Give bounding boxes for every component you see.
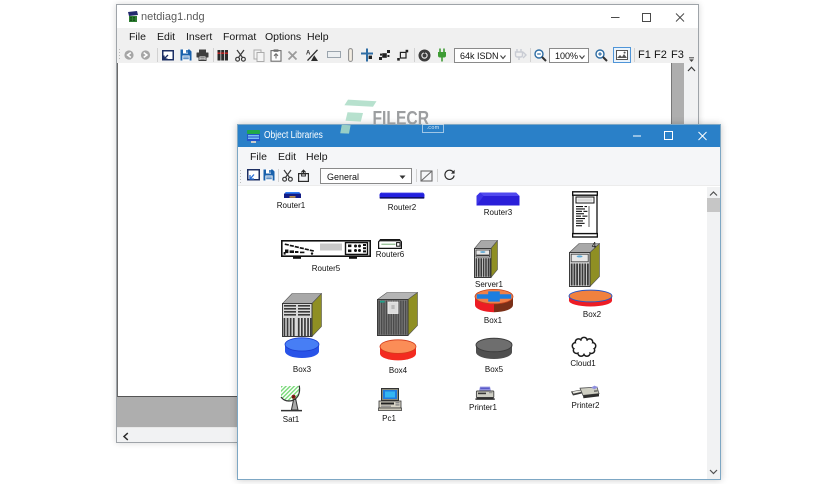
svg-text:A: A [306, 50, 311, 56]
